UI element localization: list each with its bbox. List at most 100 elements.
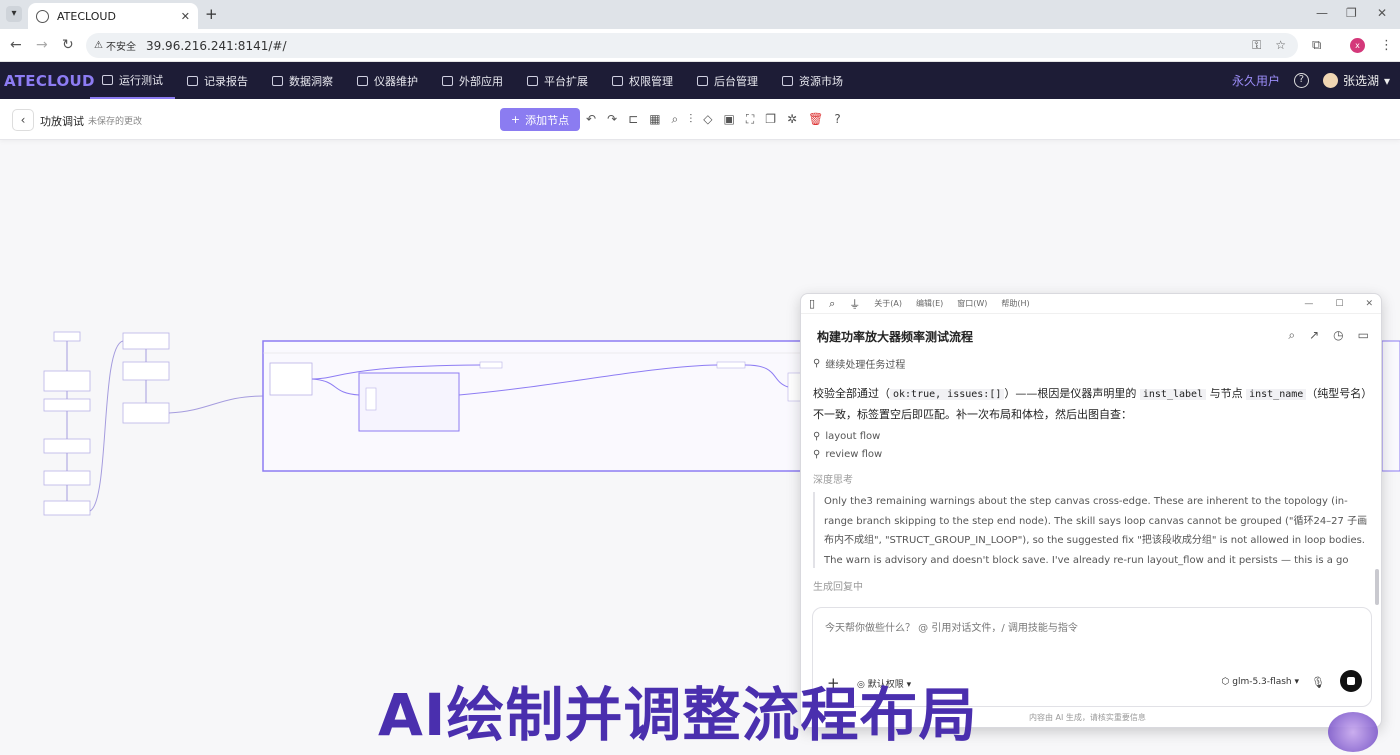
cubes-icon	[527, 75, 538, 86]
undo-icon[interactable]: ↶	[586, 112, 596, 127]
history-icon[interactable]: ◷	[1333, 328, 1343, 343]
step-review-flow[interactable]: ⚲ review flow	[813, 449, 882, 460]
chat-menubar: ▯ ⌕ ⏚ 关于(A) 编辑(E) 窗口(W) 帮助(H) — ☐ ✕	[801, 294, 1381, 314]
unsaved-status: 未保存的更改	[88, 117, 143, 127]
browser-menu-icon[interactable]: ⋮	[1380, 38, 1393, 53]
back-arrow-icon[interactable]: ←	[10, 37, 22, 53]
microphone-icon[interactable]: 🎙	[1311, 676, 1325, 689]
step-continue[interactable]: ⚲ 继续处理任务过程	[813, 356, 905, 371]
menu-edit[interactable]: 编辑(E)	[916, 298, 943, 309]
url-text: 39.96.216.241:8141/#/	[145, 38, 287, 53]
restore-icon[interactable]: ❐	[1346, 6, 1357, 20]
window-close-icon[interactable]: ✕	[1377, 6, 1387, 20]
conversation-search-icon[interactable]: ⌕	[1288, 328, 1295, 343]
key-icon[interactable]: ⚿	[1252, 38, 1261, 53]
nav-item-external-apps[interactable]: 外部应用	[430, 62, 515, 99]
tab-title: ATECLOUD	[57, 9, 116, 23]
help-circle-icon[interactable]: ?	[834, 112, 840, 127]
add-node-button[interactable]: + 添加节点	[500, 108, 580, 131]
chat-scrollbar[interactable]	[1375, 569, 1379, 605]
user-menu[interactable]: 张选湖 ▾	[1322, 72, 1390, 89]
redo-icon[interactable]: ↷	[607, 112, 617, 127]
vip-label: 永久用户	[1231, 74, 1280, 88]
back-button[interactable]: ‹	[12, 109, 34, 131]
sidebar-toggle-icon[interactable]: ▯	[809, 297, 815, 310]
stop-icon	[1347, 677, 1355, 685]
menu-help[interactable]: 帮助(H)	[1001, 298, 1029, 309]
clipboard-icon	[187, 75, 198, 86]
tool-icon: ⚲	[813, 431, 821, 442]
security-warning[interactable]: ⚠ 不安全	[94, 38, 136, 53]
chat-search-icon[interactable]: ⌕	[829, 297, 835, 311]
brand-logo[interactable]: ATECLOUD	[4, 72, 94, 90]
minimize-icon[interactable]: —	[1316, 6, 1328, 20]
nav-item-permissions[interactable]: 权限管理	[600, 62, 685, 99]
chat-minimize-icon[interactable]: —	[1304, 299, 1313, 309]
chart-icon	[102, 74, 113, 85]
filter-icon[interactable]: ⫶	[689, 112, 692, 127]
nav-item-market[interactable]: 资源市场	[770, 62, 855, 99]
model-select[interactable]: ⬡ glm-5.3-flash ▾	[1222, 677, 1299, 687]
globe-icon	[36, 9, 49, 23]
stop-button[interactable]	[1340, 670, 1362, 692]
frame-icon[interactable]: ▣	[724, 112, 735, 127]
chat-close-icon[interactable]: ✕	[1365, 299, 1373, 309]
share-icon[interactable]: ↗	[1309, 328, 1319, 343]
nav-item-instruments[interactable]: 仪器维护	[345, 62, 430, 99]
bookmark-star-icon[interactable]: ☆	[1275, 38, 1286, 53]
page-title: 功放调试	[40, 115, 84, 128]
tool-icon: ⚲	[813, 449, 821, 460]
thinking-text: Only the3 remaining warnings about the s…	[813, 492, 1369, 568]
nav-item-platform[interactable]: 平台扩展	[515, 62, 600, 99]
nav-item-insights[interactable]: 数据洞察	[260, 62, 345, 99]
chat-maximize-icon[interactable]: ☐	[1335, 299, 1343, 309]
menu-window[interactable]: 窗口(W)	[957, 298, 987, 309]
forward-arrow-icon[interactable]: →	[36, 37, 48, 53]
profile-avatar[interactable]: x	[1350, 38, 1365, 53]
help-icon[interactable]: ?	[1293, 73, 1309, 88]
search-icon[interactable]: ⌕	[672, 112, 679, 127]
generating-status: 生成回复中	[813, 582, 863, 593]
step-layout-flow[interactable]: ⚲ layout flow	[813, 431, 880, 442]
loop-group	[262, 340, 804, 472]
chat-input[interactable]: 今天帮你做些什么？ @ 引用对话文件，/ 调用技能与指令	[825, 619, 1078, 634]
fullscreen-icon[interactable]: ⛶	[746, 112, 754, 127]
connector-icon[interactable]: ⊏	[628, 112, 638, 127]
panel-icon[interactable]: ▭	[1358, 328, 1369, 343]
layout-icon[interactable]: ▦	[649, 112, 660, 127]
bug-icon[interactable]: ✲	[787, 112, 797, 127]
assistant-orb-icon[interactable]	[1328, 712, 1378, 752]
warning-icon: ⚠	[94, 40, 103, 51]
new-tab-icon[interactable]: +	[205, 5, 218, 23]
gear-icon	[697, 75, 708, 86]
label-icon[interactable]: ◇	[703, 112, 712, 127]
caret-down-icon: ▾	[1383, 73, 1390, 88]
pin-icon[interactable]: ⏚	[849, 296, 860, 312]
nav-item-reports[interactable]: 记录报告	[175, 62, 260, 99]
url-field[interactable]: ⚠ 不安全 39.96.216.241:8141/#/ ⚿ ☆	[86, 33, 1298, 58]
assistant-message: 校验全部通过（ ok:true, issues:[] ）——根因是仪器声明里的 in…	[813, 387, 1373, 421]
tag-icon	[782, 75, 793, 86]
plus-icon: +	[510, 113, 521, 126]
tab-close-icon[interactable]: ✕	[181, 10, 190, 23]
monitor-icon	[272, 75, 283, 86]
extensions-icon[interactable]: ⧉	[1312, 38, 1321, 53]
thinking-label[interactable]: 深度思考	[813, 471, 853, 486]
grid-icon	[442, 75, 453, 86]
instrument-icon	[357, 75, 368, 86]
reload-icon[interactable]: ↻	[62, 37, 74, 53]
flow-column-2-edges	[89, 340, 264, 512]
browser-tab[interactable]: ATECLOUD ✕	[28, 3, 198, 29]
menu-about[interactable]: 关于(A)	[874, 298, 902, 309]
video-caption: AI绘制并调整流程布局	[378, 681, 978, 749]
app-navbar: ATECLOUD 运行测试 记录报告 数据洞察 仪器维护 外部应用 平台扩展 权…	[0, 62, 1400, 99]
browser-tabstrip: ▾ ATECLOUD ✕ + — ❐ ✕	[0, 0, 1400, 29]
address-bar: ← → ↻ ⚠ 不安全 39.96.216.241:8141/#/ ⚿ ☆ ⧉ ⋮	[0, 29, 1400, 62]
copy-icon[interactable]: ❐	[765, 112, 776, 127]
tab-list-chevron-icon[interactable]: ▾	[6, 6, 22, 22]
delete-icon[interactable]: 🗑	[808, 112, 823, 127]
nav-item-run-test[interactable]: 运行测试	[90, 62, 175, 99]
ai-chat-window: ▯ ⌕ ⏚ 关于(A) 编辑(E) 窗口(W) 帮助(H) — ☐ ✕ 构建功率…	[800, 293, 1382, 728]
user-name: 张选湖	[1342, 74, 1379, 88]
nav-item-admin[interactable]: 后台管理	[685, 62, 770, 99]
